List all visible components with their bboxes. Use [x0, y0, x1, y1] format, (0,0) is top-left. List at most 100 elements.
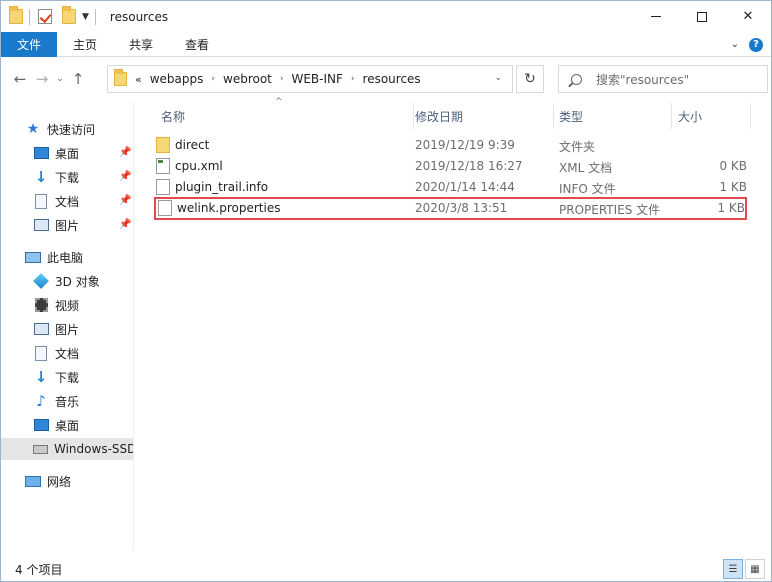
table-row[interactable]: plugin_trail.info 2020/1/14 14:44 INFO 文…: [154, 177, 747, 198]
sidebar-item-3d-objects[interactable]: 3D 对象: [33, 270, 100, 292]
file-size: 0 KB: [719, 159, 747, 173]
file-type: XML 文档: [559, 161, 613, 175]
file-date: 2019/12/19 9:39: [415, 138, 515, 152]
file-name: welink.properties: [177, 201, 281, 215]
search-box[interactable]: 搜索"resources": [558, 65, 768, 93]
breadcrumb-resources[interactable]: resources: [363, 72, 421, 86]
properties-icon[interactable]: [38, 9, 52, 24]
breadcrumb-overflow[interactable]: «: [135, 73, 142, 86]
sidebar-item-label: 此电脑: [47, 250, 84, 265]
file-list: ^ 名称 修改日期 类型 大小 direct 2019/12/19 9:39 文…: [135, 97, 771, 551]
sidebar-item-pictures[interactable]: 图片: [33, 214, 79, 236]
document-icon: [35, 345, 47, 361]
back-button[interactable]: ←: [9, 67, 31, 91]
window-controls: ✕: [633, 1, 771, 32]
details-view-button[interactable]: ☰: [723, 559, 743, 579]
ribbon-right-controls: ⌄ ?: [731, 32, 763, 57]
table-row[interactable]: direct 2019/12/19 9:39 文件夹: [154, 135, 747, 156]
tab-home[interactable]: 主页: [57, 32, 113, 57]
file-date: 2020/3/8 13:51: [415, 201, 508, 215]
details-view-icon: ☰: [728, 563, 738, 575]
sidebar-item-desktop-pc[interactable]: 桌面: [33, 414, 79, 436]
help-icon[interactable]: ?: [749, 37, 763, 52]
3d-objects-icon: [33, 273, 49, 289]
file-icon: [156, 179, 170, 195]
file-name: plugin_trail.info: [175, 180, 269, 194]
sidebar-item-desktop[interactable]: 桌面: [33, 142, 79, 164]
sidebar-item-network[interactable]: 网络: [25, 470, 71, 492]
sidebar-item-this-pc[interactable]: 此电脑: [25, 246, 83, 268]
sidebar-item-music[interactable]: ♪ 音乐: [33, 390, 79, 412]
close-button[interactable]: ✕: [725, 1, 771, 32]
pin-icon[interactable]: 📌: [119, 147, 131, 158]
separator: [29, 8, 30, 25]
sidebar-item-pictures-pc[interactable]: 图片: [33, 318, 79, 340]
breadcrumb-webapps[interactable]: webapps: [150, 72, 204, 86]
sidebar-item-windows-ssd[interactable]: Windows-SSD: [1, 438, 133, 460]
sidebar-item-label: 下载: [55, 370, 80, 385]
customize-toolbar-chevron-icon[interactable]: ▼: [82, 12, 89, 22]
sidebar-item-label: 视频: [55, 298, 80, 313]
close-icon: ✕: [742, 9, 754, 24]
forward-button[interactable]: →: [31, 67, 53, 91]
new-folder-icon[interactable]: [62, 6, 76, 24]
minimize-button[interactable]: [633, 1, 679, 32]
download-arrow-icon: ↓: [34, 168, 48, 186]
star-icon: ★: [26, 121, 40, 137]
quick-access-toolbar: ▼: [9, 1, 102, 32]
pin-icon[interactable]: 📌: [119, 195, 131, 206]
sidebar-item-downloads[interactable]: ↓ 下载: [33, 166, 79, 188]
large-icons-view-button[interactable]: ▦: [745, 559, 765, 579]
sidebar-item-documents-pc[interactable]: 文档: [33, 342, 79, 364]
breadcrumb-separator-icon[interactable]: ›: [280, 74, 284, 84]
breadcrumb-web-inf[interactable]: WEB-INF: [291, 72, 342, 86]
tab-view[interactable]: 查看: [169, 32, 225, 57]
file-type: 文件夹: [559, 140, 596, 154]
sidebar-item-documents[interactable]: 文档: [33, 190, 79, 212]
computer-icon: [25, 251, 41, 263]
file-date: 2020/1/14 14:44: [415, 180, 515, 194]
column-header-date[interactable]: 修改日期: [409, 103, 553, 129]
sidebar-item-label: 3D 对象: [55, 274, 100, 289]
desktop-icon: [33, 147, 49, 159]
sidebar-item-downloads-pc[interactable]: ↓ 下载: [33, 366, 79, 388]
address-dropdown-icon[interactable]: ⌄: [494, 73, 502, 83]
sidebar-item-label: 快速访问: [47, 122, 96, 137]
table-row-highlighted[interactable]: welink.properties 2020/3/8 13:51 PROPERT…: [154, 197, 747, 220]
back-arrow-icon: ←: [13, 70, 27, 88]
column-header-name[interactable]: 名称: [155, 103, 413, 129]
document-icon: [35, 193, 47, 209]
minimize-icon: [651, 16, 661, 17]
column-divider[interactable]: [750, 103, 751, 129]
breadcrumb-separator-icon[interactable]: ›: [351, 74, 355, 84]
sidebar-item-label: 图片: [55, 218, 80, 233]
pin-icon[interactable]: 📌: [119, 171, 131, 182]
refresh-button[interactable]: ↻: [516, 65, 544, 93]
pin-icon[interactable]: 📌: [119, 219, 131, 230]
up-button[interactable]: ↑: [67, 67, 89, 91]
search-placeholder: 搜索"resources": [596, 72, 690, 87]
status-bar: 4 个项目 ☰ ▦: [1, 557, 771, 581]
maximize-button[interactable]: [679, 1, 725, 32]
column-header-type[interactable]: 类型: [553, 103, 671, 129]
expand-ribbon-chevron-icon[interactable]: ⌄: [731, 39, 739, 50]
sidebar-item-videos[interactable]: 视频: [33, 294, 79, 316]
folder-icon: [156, 137, 170, 153]
breadcrumb-webroot[interactable]: webroot: [223, 72, 272, 86]
sidebar-item-quick-access[interactable]: ★ 快速访问: [25, 118, 95, 140]
video-icon: [34, 298, 48, 312]
address-bar[interactable]: « webapps › webroot › WEB-INF › resource…: [107, 65, 513, 93]
large-icons-view-icon: ▦: [750, 563, 760, 575]
desktop-icon: [33, 419, 49, 431]
title-bar: ▼ resources ✕: [1, 1, 771, 32]
tab-share[interactable]: 共享: [113, 32, 169, 57]
xml-file-icon: [156, 158, 170, 174]
table-row[interactable]: cpu.xml 2019/12/18 16:27 XML 文档 0 KB: [154, 156, 747, 177]
folder-icon: [114, 69, 127, 86]
recent-locations-button[interactable]: ⌄: [53, 67, 67, 91]
tab-file[interactable]: 文件: [1, 31, 58, 57]
column-header-size[interactable]: 大小: [672, 103, 752, 129]
breadcrumb-separator-icon[interactable]: ›: [211, 74, 215, 84]
music-note-icon: ♪: [36, 392, 46, 410]
forward-arrow-icon: →: [35, 70, 49, 88]
